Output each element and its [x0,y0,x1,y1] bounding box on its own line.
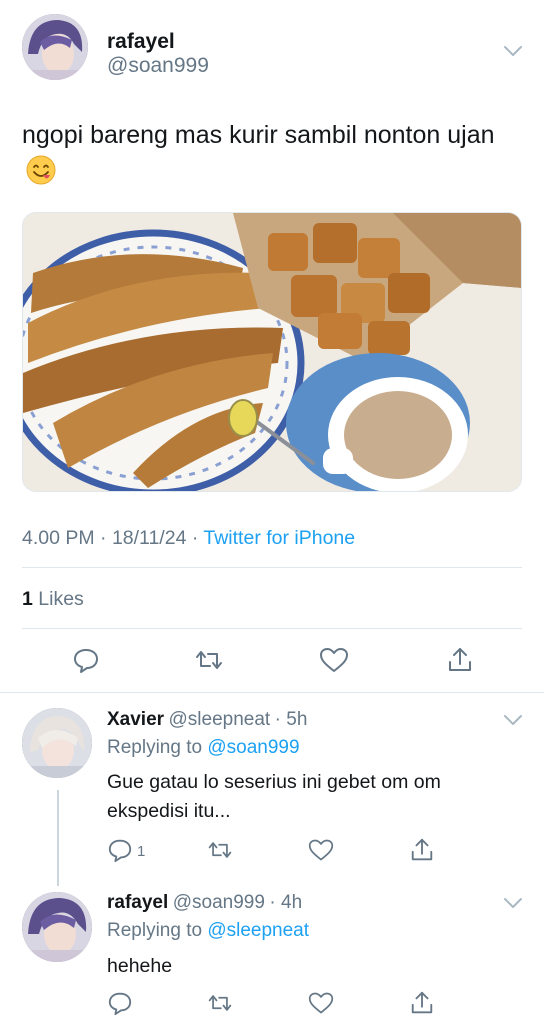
reply-author-handle[interactable]: @sleepneat [169,709,271,730]
tweet-photo[interactable] [22,212,522,492]
thread-line [57,790,59,886]
divider [0,692,544,693]
share-icon[interactable] [445,645,475,675]
author-handle[interactable]: @soan999 [107,54,209,78]
replying-prefix: Replying to [107,737,208,758]
likes-label: Likes [32,588,84,610]
reply-icon[interactable] [107,990,133,1016]
yum-face-emoji-icon [26,155,56,185]
reply-header: rafayel @soan999 · 4h [107,892,302,914]
reply-icon[interactable] [71,645,101,675]
reply-time: · 4h [269,892,303,913]
tweet-meta: 4.00 PM · 18/11/24 · Twitter for iPhone [22,527,355,550]
share-icon[interactable] [409,990,435,1016]
like-icon[interactable] [319,645,349,675]
reply-author-name[interactable]: rafayel [107,892,168,913]
divider [22,567,522,568]
reply-count: 1 [137,843,146,860]
retweet-icon[interactable] [207,837,233,863]
reply-header: Xavier @sleepneat · 5h [107,709,307,731]
replying-to: Replying to @sleepneat [107,920,309,942]
chevron-down-icon[interactable] [502,713,524,727]
replying-to-handle[interactable]: @sleepneat [207,920,309,941]
author-name[interactable]: rafayel [107,30,175,54]
share-icon[interactable] [409,837,435,863]
reply-text: hehehe [107,955,173,977]
tweet-source-link[interactable]: Twitter for iPhone [203,527,355,549]
reply-author-name[interactable]: Xavier [107,709,164,730]
reply-time: · 5h [274,709,308,730]
reply-avatar[interactable] [22,892,92,962]
tweet-text: ngopi bareng mas kurir sambil nonton uja… [22,116,522,192]
replying-to: Replying to @soan999 [107,737,300,759]
reply-icon[interactable] [107,837,133,863]
likes-count: 1 [22,588,33,610]
reply-text: Gue gatau lo seserius ini gebet om om ek… [107,771,441,822]
retweet-icon[interactable] [194,645,224,675]
like-icon[interactable] [308,837,334,863]
author-avatar[interactable] [22,14,88,80]
tweet-timestamp: 4.00 PM · 18/11/24 · [22,527,204,549]
tweet-text-content: ngopi bareng mas kurir sambil nonton uja… [22,121,495,149]
reply-author-handle[interactable]: @soan999 [173,892,265,913]
chevron-down-icon[interactable] [502,896,524,910]
likes-stat[interactable]: 1 Likes [22,588,84,611]
chevron-down-icon[interactable] [502,44,524,58]
replying-to-handle[interactable]: @soan999 [207,737,299,758]
retweet-icon[interactable] [207,990,233,1016]
reply-avatar[interactable] [22,708,92,778]
replying-prefix: Replying to [107,920,208,941]
divider [22,628,522,629]
like-icon[interactable] [308,990,334,1016]
